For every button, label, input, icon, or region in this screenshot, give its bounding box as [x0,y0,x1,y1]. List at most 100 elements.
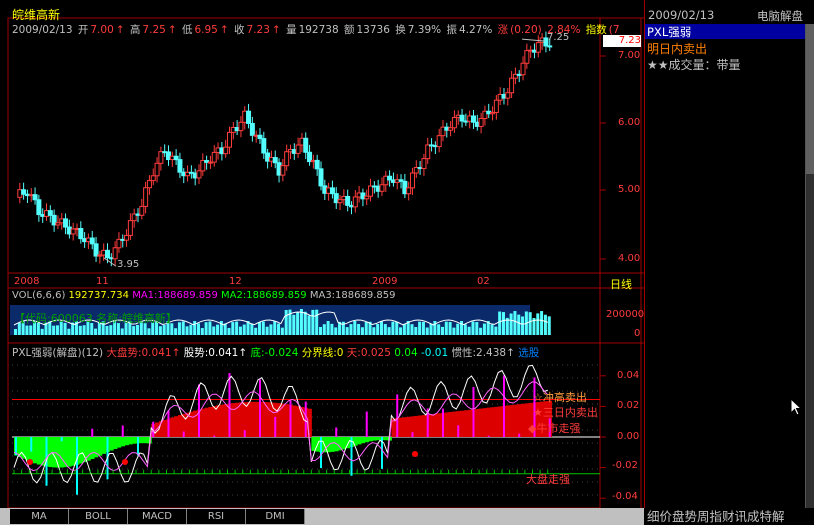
candle-body [93,243,99,257]
candle-body [63,218,69,228]
volume-bar [250,323,254,335]
panel-scrollbar[interactable] [805,24,814,508]
price-axis-label: 6.00 [618,117,641,128]
ind-area-bar [143,437,148,444]
candle-body [409,172,415,189]
scrollbar-thumb[interactable] [806,24,814,174]
volume-bar [456,323,460,335]
volume-bar [387,327,391,335]
candle-body [150,175,156,182]
volume-bar [475,322,479,335]
candle-body [154,162,160,177]
ind-area-bar [231,403,236,437]
ind-area-bar [55,437,61,468]
volume-bar [509,313,513,335]
candle-body [112,247,118,260]
vol-axis-label: 0 [634,328,641,339]
ind-signal-bar [304,401,307,437]
tab-ma[interactable]: MA [10,509,69,524]
tab-rsi[interactable]: RSI [187,509,246,524]
candle-body [280,165,286,176]
volume-bar [421,321,425,335]
up-arrow-icon: ↑ [171,347,181,359]
ind-area-bar [357,437,362,445]
ind-area-bar [494,406,499,437]
ind-area-bar [25,437,30,461]
price-axis-label: 4.00 [618,253,641,264]
news-ticker[interactable]: 细价盘势周指财讯成特解 [644,508,814,525]
ind-area-bar [139,437,145,444]
volume-bar [238,326,242,335]
vol-axis-label: 200000 [606,309,645,320]
stock-title: 皖维高新 [12,8,61,22]
volume-bar [376,323,380,335]
ind-area-bar [399,417,404,437]
ind-signal-bar [396,394,399,437]
ind-area-bar [479,408,484,437]
candle-body [158,151,164,164]
tab-dmi[interactable]: DMI [246,509,305,524]
volume-bar [67,328,71,335]
ind-area-bar [97,437,103,456]
ind-area-bar [402,417,408,437]
indicator-boundary: 分界线:0 [301,347,344,359]
ind-area-bar [101,437,106,454]
volume-bar [29,325,33,335]
candle-body [238,121,244,132]
volume-bar [513,311,517,335]
ind-signal-bar [243,430,246,437]
volume-bar [322,324,326,335]
ind-area-bar [223,404,228,437]
ind-area-bar [238,402,244,437]
tab-boll[interactable]: BOLL [69,509,128,524]
ind-signal-bar [411,432,414,437]
volume-bar [315,309,319,335]
vol-ma3: MA3:188689.859 [309,290,396,301]
volume-bar [479,327,483,335]
candle-body [36,199,42,216]
ind-area-bar [418,415,423,437]
volume-bar [410,324,414,335]
ind-area-bar [360,437,366,444]
chart-area[interactable]: 皖维高新 2009/02/13 开 7.00 ↑ 高 7.25 ↑ 低 6.95 ↑ 收 7.… [0,0,644,525]
candle-body [177,159,183,173]
chg-label: 涨 [497,24,509,36]
high-value: 7.25 [142,24,166,36]
candlestick-chart[interactable] [0,0,644,525]
volume-bar [467,326,471,335]
ind-area-bar [437,413,442,437]
volume-bar [280,327,284,335]
indicator-tail: 选股 [518,347,540,359]
candle-body [246,110,252,124]
up-arrow-icon: ↑ [271,24,281,36]
candle-body [89,237,95,245]
volume-bar [399,327,403,335]
candle-body [272,157,278,164]
ind-signal-bar [335,427,338,437]
period-label[interactable]: 日线 [610,276,632,292]
candle-body [21,189,27,195]
ind-area-bar [284,404,289,437]
volume-bar [109,325,113,335]
ind-area-bar [444,412,450,437]
amp-value: 4.27% [458,24,493,36]
volume-bar [132,326,136,335]
volume-bar [402,323,406,335]
panel-selected-item[interactable]: PXL强弱 [645,24,805,39]
candle-body [295,144,301,154]
ind-axis-label: -0.02 [612,460,638,471]
candle-body [47,210,53,216]
ind-area-bar [463,410,469,437]
ind-signal-bar [274,416,277,437]
volume-bar [265,326,269,335]
ind-signal-bar [518,433,521,437]
volume-bar [391,321,395,335]
volume-bar [78,325,82,335]
volume-bar [334,327,338,335]
volume-bar [501,312,505,335]
tab-macd[interactable]: MACD [128,509,187,524]
volume-bar [135,324,139,335]
ind-signal-bar [350,437,353,476]
volume-bar [547,316,551,335]
candle-body [406,187,412,195]
